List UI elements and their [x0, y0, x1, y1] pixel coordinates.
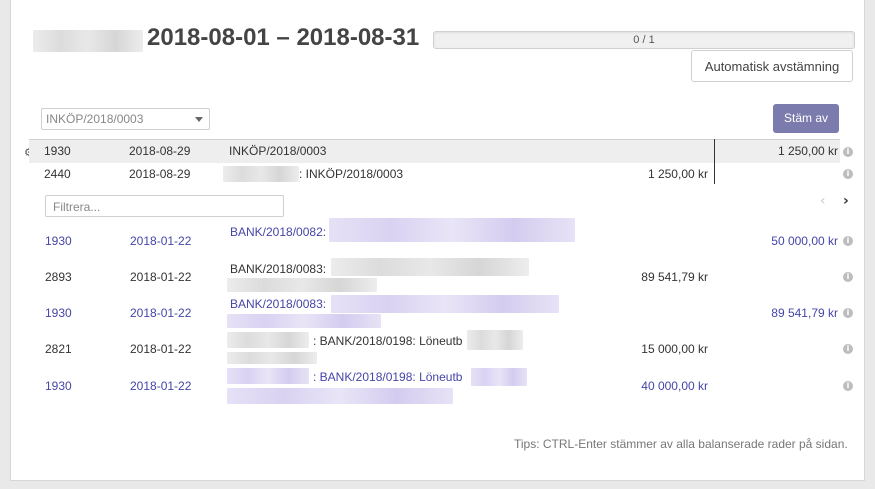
label-cell: BANK/2018/0082: [230, 225, 327, 239]
credit-cell: 89 541,79 kr [771, 306, 838, 320]
redacted-text [331, 258, 529, 276]
reconciliation-sheet: 2018-08-01 – 2018-08-31 0 / 1 Automatisk… [10, 0, 865, 481]
redacted-text [227, 278, 377, 292]
redacted-text [227, 388, 453, 404]
info-icon[interactable]: i [843, 169, 853, 179]
debit-cell: 40 000,00 kr [641, 379, 708, 393]
date-cell: 2018-08-29 [129, 167, 191, 181]
redacted-text [467, 330, 523, 350]
date-cell: 2018-01-22 [130, 270, 192, 284]
label-cell: BANK/2018/0083: [230, 297, 327, 311]
chevron-right-icon[interactable]: › [843, 193, 849, 209]
date-cell: 2018-01-22 [130, 306, 192, 320]
redacted-text [227, 332, 309, 348]
filter-field[interactable] [45, 195, 284, 217]
credit-cell: 50 000,00 kr [771, 234, 838, 248]
info-icon[interactable]: i [843, 272, 853, 282]
progress-bar: 0 / 1 [433, 31, 855, 49]
account-cell: 2893 [45, 270, 72, 284]
redacted-text [227, 314, 381, 328]
debit-cell: 1 250,00 kr [647, 167, 708, 181]
credit-cell: 1 250,00 kr [777, 144, 838, 158]
debit-cell: 89 541,79 kr [641, 270, 708, 284]
reconcile-button[interactable]: Stäm av [773, 104, 839, 133]
date-cell: 2018-01-22 [130, 342, 192, 356]
progress-text: 0 / 1 [633, 34, 655, 46]
page-title: 2018-08-01 – 2018-08-31 [147, 24, 420, 51]
info-icon[interactable]: i [843, 344, 853, 354]
automatic-reconcile-button[interactable]: Automatisk avstämning [691, 50, 853, 82]
chevron-down-icon [195, 117, 203, 122]
info-icon[interactable]: i [843, 381, 853, 391]
redacted-text [329, 218, 575, 242]
account-cell: 1930 [45, 379, 72, 393]
redacted-text [331, 295, 559, 313]
debit-cell: 15 000,00 kr [641, 342, 708, 356]
account-cell: 2821 [45, 342, 72, 356]
chevron-left-icon[interactable]: ‹ [820, 193, 826, 209]
redacted-text [227, 368, 309, 384]
redacted-text [471, 368, 527, 386]
filter-input[interactable] [51, 197, 280, 217]
account-cell: 1930 [45, 234, 72, 248]
move-select[interactable]: INKÖP/2018/0003 [41, 108, 210, 130]
label-cell: : BANK/2018/0198: Löneutb [313, 334, 463, 348]
info-icon[interactable]: i [843, 236, 853, 246]
label-cell: BANK/2018/0083: [230, 262, 327, 276]
account-cell: 1930 [45, 306, 72, 320]
tips-text: Tips: CTRL-Enter stämmer av alla balanse… [514, 437, 848, 451]
date-cell: 2018-01-22 [130, 234, 192, 248]
label-cell: INKÖP/2018/0003 [229, 144, 327, 158]
info-icon[interactable]: i [843, 308, 853, 318]
label-cell: : BANK/2018/0198: Löneutb [313, 370, 463, 384]
date-cell: 2018-01-22 [130, 379, 192, 393]
account-cell: 2440 [44, 167, 71, 181]
move-select-value: INKÖP/2018/0003 [46, 112, 144, 126]
column-divider [714, 139, 715, 184]
date-cell: 2018-08-29 [129, 144, 191, 158]
redacted-text [223, 166, 299, 182]
redacted-partner-name [33, 30, 143, 52]
info-icon[interactable]: i [843, 147, 853, 157]
account-cell: 1930 [44, 144, 71, 158]
redacted-text [227, 352, 317, 364]
label-cell: : INKÖP/2018/0003 [299, 167, 404, 181]
